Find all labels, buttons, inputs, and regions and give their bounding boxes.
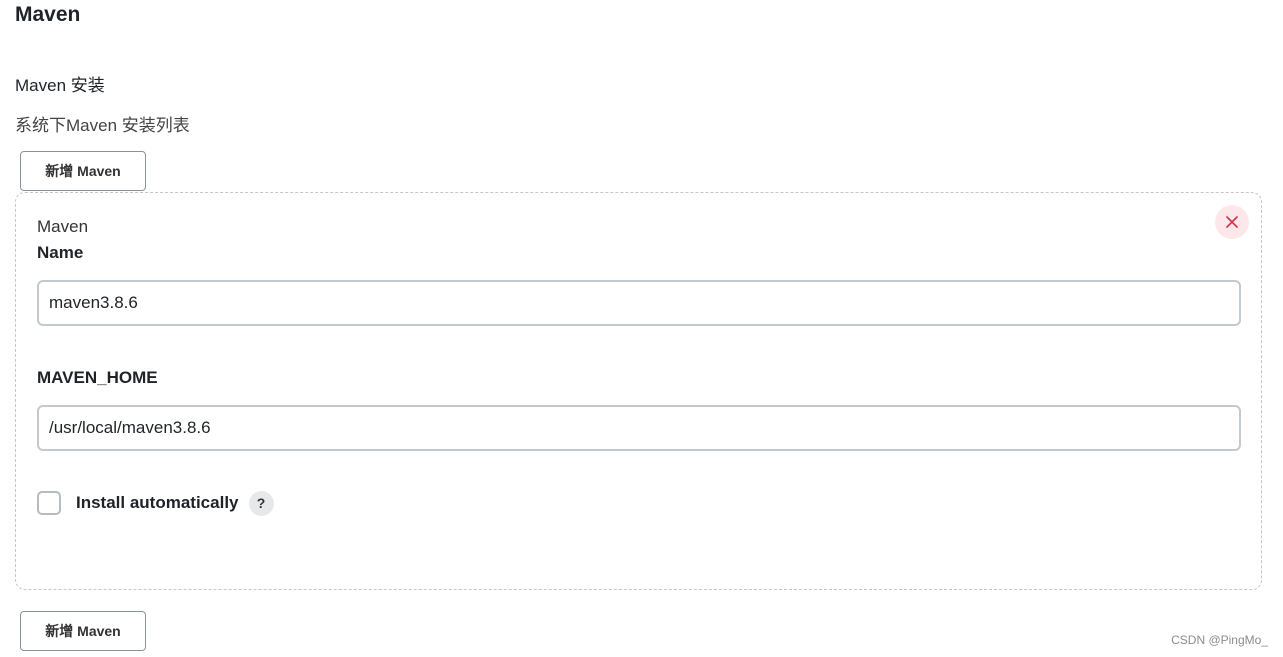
add-maven-button-top[interactable]: 新增 Maven	[20, 151, 146, 191]
watermark: CSDN @PingMo_	[1171, 633, 1268, 647]
page: Maven Maven 安装 系统下Maven 安装列表 新增 Maven Ma…	[0, 0, 1283, 657]
name-input[interactable]	[37, 280, 1241, 326]
maven-installation-card: Maven Name MAVEN_HOME Install automatica…	[15, 192, 1262, 590]
install-automatically-label[interactable]: Install automatically	[76, 493, 239, 513]
remove-installation-button[interactable]	[1215, 205, 1249, 239]
close-icon	[1226, 216, 1238, 228]
install-automatically-row: Install automatically ?	[37, 489, 274, 517]
maven-home-label: MAVEN_HOME	[37, 368, 158, 387]
maven-home-input[interactable]	[37, 405, 1241, 451]
installation-kind: Maven	[37, 217, 89, 236]
installations-title: Maven 安装	[15, 76, 105, 95]
section-title: Maven	[15, 3, 81, 26]
name-label: Name	[37, 243, 84, 262]
add-maven-button-bottom[interactable]: 新增 Maven	[20, 611, 146, 651]
installations-description: 系统下Maven 安装列表	[15, 116, 190, 135]
help-icon[interactable]: ?	[248, 490, 274, 516]
install-automatically-checkbox[interactable]	[37, 491, 61, 515]
